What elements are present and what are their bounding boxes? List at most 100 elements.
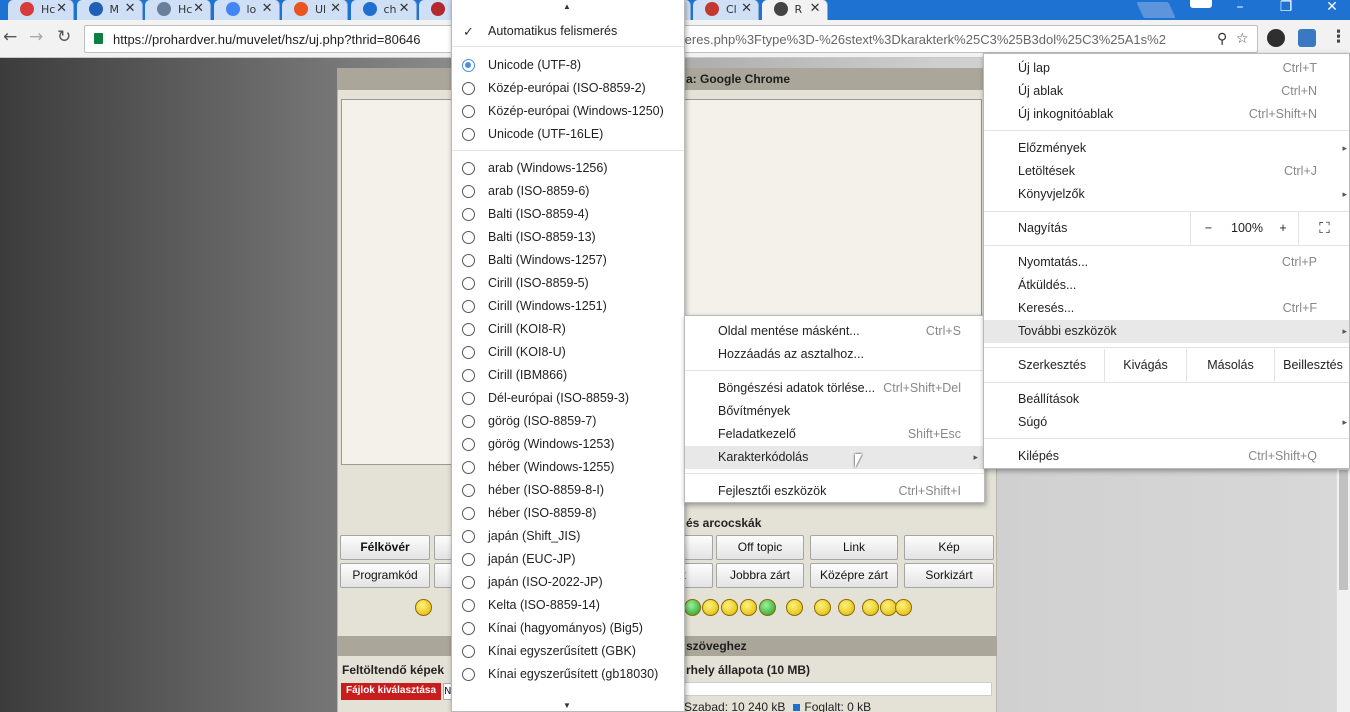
menu-item-exit[interactable]: Kilépés Ctrl+Shift+Q — [984, 445, 1349, 468]
encoding-option[interactable]: Balti (ISO-8859-4) — [452, 203, 684, 226]
scroll-up-icon[interactable]: ▲ — [563, 2, 571, 11]
format-button[interactable]: Sorkizárt — [904, 563, 994, 588]
more-tools-item[interactable]: Feladatkezelő Shift+Esc — [685, 423, 984, 446]
window-maximize-button[interactable]: ❐ — [1264, 0, 1308, 20]
encoding-option[interactable]: Balti (Windows-1257) — [452, 249, 684, 272]
browser-tab[interactable]: Hc ✕ — [8, 0, 74, 20]
copy-button[interactable]: Másolás — [1186, 349, 1274, 382]
browser-tab[interactable]: Hc ✕ — [145, 0, 211, 20]
encoding-option[interactable]: Kínai egyszerűsített (gb18030) — [452, 663, 684, 686]
smiley-icon[interactable] — [415, 599, 432, 616]
extension-icon[interactable] — [1298, 29, 1316, 47]
tab-close-icon[interactable]: ✕ — [810, 1, 821, 16]
menu-item-print[interactable]: Nyomtatás... Ctrl+P — [984, 251, 1349, 274]
tab-close-icon[interactable]: ✕ — [399, 1, 410, 16]
zoom-out-button[interactable]: − — [1190, 212, 1226, 245]
format-button[interactable]: Programkód — [340, 563, 430, 588]
menu-item-new-window[interactable]: Új ablak Ctrl+N — [984, 80, 1349, 103]
more-tools-item[interactable]: Oldal mentése másként... Ctrl+S — [685, 320, 984, 343]
reload-icon[interactable]: ↻ — [57, 29, 71, 46]
tab-close-icon[interactable]: ✕ — [56, 1, 67, 16]
format-button[interactable]: Off topic — [716, 535, 804, 560]
tab-close-icon[interactable]: ✕ — [125, 1, 136, 16]
format-button[interactable]: Jobbra zárt — [716, 563, 804, 588]
window-minimize-button[interactable]: – — [1218, 0, 1262, 20]
user-profile-button[interactable] — [1190, 0, 1212, 8]
new-tab-button[interactable] — [1136, 2, 1176, 18]
menu-item-help[interactable]: Súgó ▸ — [984, 411, 1349, 434]
encoding-option[interactable]: Unicode (UTF-16LE) — [452, 123, 684, 146]
tab-close-icon[interactable]: ✕ — [193, 1, 204, 16]
more-tools-item[interactable]: Karakterkódolás ▸ — [685, 446, 984, 469]
encoding-option[interactable]: Cirill (KOI8-U) — [452, 341, 684, 364]
menu-item-history[interactable]: Előzmények ▸ — [984, 137, 1349, 160]
more-tools-item[interactable]: Böngészési adatok törlése... Ctrl+Shift+D… — [685, 377, 984, 400]
browser-tab[interactable]: R ✕ — [761, 0, 828, 20]
encoding-option[interactable]: görög (Windows-1253) — [452, 433, 684, 456]
page-scrollbar-thumb[interactable] — [1339, 470, 1348, 590]
menu-item-find[interactable]: Keresés... Ctrl+F — [984, 297, 1349, 320]
tab-close-icon[interactable]: ✕ — [741, 1, 752, 16]
encoding-option[interactable]: Kínai egyszerűsített (GBK) — [452, 640, 684, 663]
encoding-option[interactable]: arab (ISO-8859-6) — [452, 180, 684, 203]
encoding-auto-detect[interactable]: ✓ Automatikus felismerés — [452, 20, 684, 43]
smiley-icon[interactable] — [684, 599, 701, 616]
encoding-option[interactable]: japán (ISO-2022-JP) — [452, 571, 684, 594]
menu-item-new-tab[interactable]: Új lap Ctrl+T — [984, 57, 1349, 80]
smiley-icon[interactable] — [740, 599, 757, 616]
format-button[interactable]: Kép — [904, 535, 994, 560]
smiley-icon[interactable] — [786, 599, 803, 616]
encoding-option[interactable]: japán (EUC-JP) — [452, 548, 684, 571]
menu-item-settings[interactable]: Beállítások — [984, 388, 1349, 411]
browser-tab[interactable]: ch✕ — [350, 0, 417, 20]
back-icon[interactable]: ← — [3, 29, 17, 46]
smiley-icon[interactable] — [702, 599, 719, 616]
menu-item-incognito[interactable]: Új inkognitóablak Ctrl+Shift+N — [984, 103, 1349, 126]
smiley-icon[interactable] — [759, 599, 776, 616]
menu-item-more-tools[interactable]: További eszközök ▸ — [984, 320, 1349, 343]
encoding-option[interactable]: japán (Shift_JIS) — [452, 525, 684, 548]
window-close-button[interactable]: ✕ — [1310, 0, 1350, 20]
browser-tab[interactable]: Ul ✕ — [282, 0, 348, 20]
encoding-option[interactable]: Unicode (UTF-8) — [452, 54, 684, 77]
cut-button[interactable]: Kivágás — [1104, 349, 1186, 382]
encoding-option[interactable]: görög (ISO-8859-7) — [452, 410, 684, 433]
encoding-option[interactable]: Dél-európai (ISO-8859-3) — [452, 387, 684, 410]
extension-icon[interactable] — [1267, 29, 1285, 47]
browser-tab[interactable]: Cl✕ — [693, 0, 759, 20]
encoding-option[interactable]: Cirill (Windows-1251) — [452, 295, 684, 318]
encoding-option[interactable]: Cirill (IBM866) — [452, 364, 684, 387]
more-tools-item[interactable]: Bővítmények — [685, 400, 984, 423]
menu-item-downloads[interactable]: Letöltések Ctrl+J — [984, 160, 1349, 183]
smiley-icon[interactable] — [838, 599, 855, 616]
zoom-in-button[interactable]: + — [1268, 212, 1298, 245]
encoding-option[interactable]: Cirill (ISO-8859-5) — [452, 272, 684, 295]
bookmark-star-icon[interactable]: ☆ — [1236, 31, 1249, 47]
browser-tab[interactable]: M ✕ — [76, 0, 143, 20]
smiley-icon[interactable] — [721, 599, 738, 616]
pick-files-button[interactable]: Fájlok kiválasztása — [341, 683, 441, 700]
encoding-option[interactable]: arab (Windows-1256) — [452, 157, 684, 180]
encoding-option[interactable]: Balti (ISO-8859-13) — [452, 226, 684, 249]
key-icon[interactable]: ⚲ — [1217, 31, 1227, 47]
menu-item-cast[interactable]: Átküldés... — [984, 274, 1349, 297]
scroll-down-icon[interactable]: ▼ — [563, 701, 571, 710]
format-button[interactable]: Középre zárt — [810, 563, 898, 588]
more-tools-item[interactable]: Hozzáadás az asztalhoz... — [685, 343, 984, 366]
smiley-icon[interactable] — [862, 599, 879, 616]
more-tools-item[interactable]: Fejlesztői eszközök Ctrl+Shift+I — [685, 480, 984, 503]
encoding-option[interactable]: héber (Windows-1255) — [452, 456, 684, 479]
tab-close-icon[interactable]: ✕ — [330, 1, 341, 16]
chrome-menu-icon[interactable]: ⋮ — [1330, 29, 1347, 46]
encoding-option[interactable]: Kelta (ISO-8859-14) — [452, 594, 684, 617]
encoding-option[interactable]: héber (ISO-8859-8-I) — [452, 479, 684, 502]
encoding-option[interactable]: héber (ISO-8859-8) — [452, 502, 684, 525]
smiley-icon[interactable] — [814, 599, 831, 616]
encoding-option[interactable]: Közép-európai (ISO-8859-2) — [452, 77, 684, 100]
encoding-option[interactable]: Közép-európai (Windows-1250) — [452, 100, 684, 123]
smiley-icon[interactable] — [895, 599, 912, 616]
encoding-option[interactable]: Kínai (hagyományos) (Big5) — [452, 617, 684, 640]
format-button[interactable]: Félkövér — [340, 535, 430, 560]
fullscreen-icon[interactable]: ⛶ — [1298, 212, 1350, 245]
browser-tab[interactable]: lo ✕ — [213, 0, 280, 20]
